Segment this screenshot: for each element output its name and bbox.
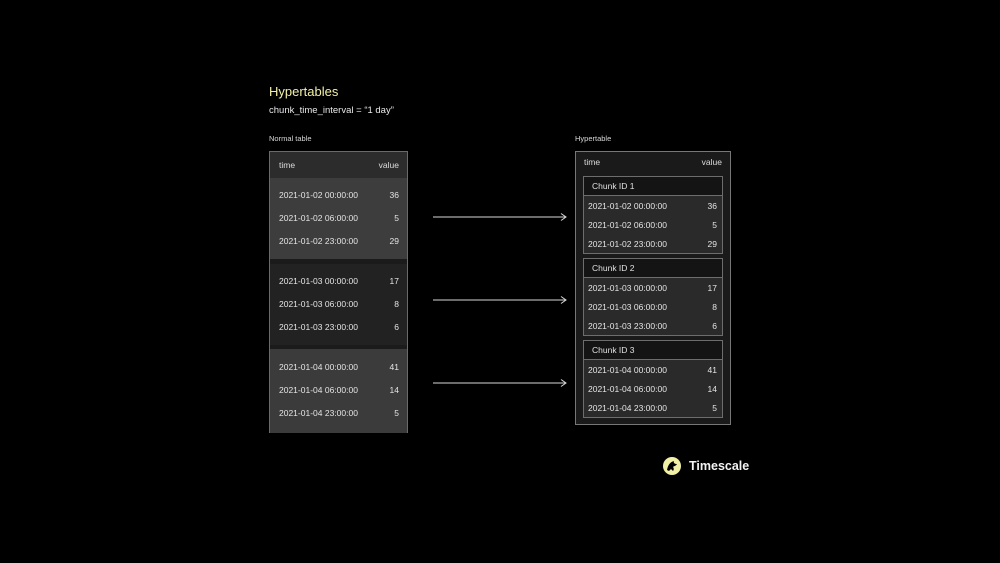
chunk-3: Chunk ID 3 2021-01-04 00:00:00 41 2021-0… (583, 340, 723, 418)
value-cell: 8 (394, 298, 399, 309)
value-cell: 8 (712, 301, 717, 312)
table-row: 2021-01-02 23:00:00 29 (270, 229, 407, 252)
value-cell: 5 (394, 407, 399, 418)
value-cell: 41 (707, 364, 717, 375)
normal-table-group-1: 2021-01-02 00:00:00 36 2021-01-02 06:00:… (270, 178, 407, 259)
chunk-title: Chunk ID 1 (584, 177, 722, 196)
value-cell: 17 (389, 275, 399, 286)
table-row: 2021-01-04 06:00:00 14 (270, 378, 407, 401)
time-cell: 2021-01-03 06:00:00 (279, 298, 358, 309)
value-cell: 36 (389, 189, 399, 200)
time-cell: 2021-01-03 00:00:00 (588, 282, 667, 293)
value-cell: 29 (389, 235, 399, 246)
time-cell: 2021-01-03 00:00:00 (279, 275, 358, 286)
timescale-logo-icon (663, 457, 681, 475)
time-cell: 2021-01-02 06:00:00 (279, 212, 358, 223)
chunk-title: Chunk ID 3 (584, 341, 722, 360)
time-cell: 2021-01-04 00:00:00 (279, 361, 358, 372)
value-cell: 29 (707, 238, 717, 249)
time-cell: 2021-01-02 06:00:00 (588, 219, 667, 230)
table-row: 2021-01-04 23:00:00 5 (270, 401, 407, 424)
table-row: 2021-01-02 00:00:00 36 (584, 196, 722, 215)
table-row: 2021-01-03 00:00:00 17 (584, 278, 722, 297)
value-cell: 36 (707, 200, 717, 211)
table-row: 2021-01-03 00:00:00 17 (270, 269, 407, 292)
table-row: 2021-01-03 23:00:00 6 (270, 315, 407, 338)
time-cell: 2021-01-04 00:00:00 (588, 364, 667, 375)
time-cell: 2021-01-02 23:00:00 (279, 235, 358, 246)
value-cell: 14 (389, 384, 399, 395)
time-column-header: time (584, 157, 601, 167)
normal-table-label: Normal table (269, 134, 312, 143)
table-row: 2021-01-03 06:00:00 8 (584, 297, 722, 316)
arrow-icon (433, 379, 567, 387)
hypertable-header: time value (576, 152, 730, 172)
normal-table-group-3: 2021-01-04 00:00:00 41 2021-01-04 06:00:… (270, 349, 407, 433)
table-row: 2021-01-02 06:00:00 5 (270, 206, 407, 229)
time-cell: 2021-01-02 00:00:00 (279, 189, 358, 200)
time-cell: 2021-01-02 00:00:00 (588, 200, 667, 211)
time-cell: 2021-01-03 23:00:00 (588, 320, 667, 331)
time-cell: 2021-01-04 23:00:00 (588, 402, 667, 413)
value-cell: 5 (712, 219, 717, 230)
arrow-icon (433, 296, 567, 304)
chunk-1: Chunk ID 1 2021-01-02 00:00:00 36 2021-0… (583, 176, 723, 254)
table-row: 2021-01-02 23:00:00 29 (584, 234, 722, 253)
diagram-subtitle: chunk_time_interval = “1 day” (269, 105, 394, 116)
value-cell: 14 (707, 383, 717, 394)
table-row: 2021-01-03 23:00:00 6 (584, 316, 722, 335)
timescale-logo: Timescale (662, 456, 749, 476)
value-cell: 5 (394, 212, 399, 223)
time-cell: 2021-01-03 06:00:00 (588, 301, 667, 312)
table-row: 2021-01-04 00:00:00 41 (270, 355, 407, 378)
value-cell: 6 (394, 321, 399, 332)
brand-name: Timescale (689, 459, 750, 473)
time-cell: 2021-01-04 06:00:00 (588, 383, 667, 394)
value-cell: 5 (712, 402, 717, 413)
value-column-header: value (701, 157, 722, 167)
time-cell: 2021-01-02 23:00:00 (588, 238, 667, 249)
diagram-title: Hypertables (269, 84, 339, 99)
chunk-2: Chunk ID 2 2021-01-03 00:00:00 17 2021-0… (583, 258, 723, 336)
value-cell: 6 (712, 320, 717, 331)
table-row: 2021-01-02 06:00:00 5 (584, 215, 722, 234)
table-row: 2021-01-02 00:00:00 36 (270, 183, 407, 206)
chunk-title: Chunk ID 2 (584, 259, 722, 278)
time-column-header: time (279, 160, 296, 170)
arrow-icon (433, 213, 567, 221)
table-row: 2021-01-04 06:00:00 14 (584, 379, 722, 398)
normal-table-group-2: 2021-01-03 00:00:00 17 2021-01-03 06:00:… (270, 264, 407, 345)
table-row: 2021-01-03 06:00:00 8 (270, 292, 407, 315)
normal-table-header: time value (270, 152, 407, 178)
normal-table: time value 2021-01-02 00:00:00 36 2021-0… (269, 151, 408, 433)
time-cell: 2021-01-03 23:00:00 (279, 321, 358, 332)
time-cell: 2021-01-04 23:00:00 (279, 407, 358, 418)
table-row: 2021-01-04 00:00:00 41 (584, 360, 722, 379)
value-column-header: value (378, 160, 399, 170)
value-cell: 41 (389, 361, 399, 372)
hypertable-label: Hypertable (575, 134, 612, 143)
value-cell: 17 (707, 282, 717, 293)
hypertable: time value Chunk ID 1 2021-01-02 00:00:0… (575, 151, 731, 425)
table-row: 2021-01-04 23:00:00 5 (584, 398, 722, 417)
time-cell: 2021-01-04 06:00:00 (279, 384, 358, 395)
